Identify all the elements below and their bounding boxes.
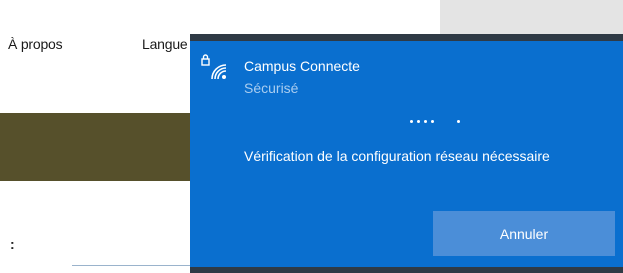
- background-text: :: [10, 236, 15, 252]
- network-status: Sécurisé: [244, 80, 299, 96]
- status-message: Vérification de la configuration réseau …: [244, 148, 550, 164]
- network-flyout: Campus Connecte Sécurisé Vérification de…: [190, 34, 623, 273]
- progress-dot: [457, 120, 460, 123]
- progress-dot: [417, 120, 420, 123]
- nav-link-about[interactable]: À propos: [8, 36, 63, 52]
- progress-dot: [410, 120, 413, 123]
- network-name: Campus Connecte: [244, 58, 360, 74]
- progress-dot: [431, 120, 434, 123]
- flyout-bottom-edge: [190, 267, 623, 273]
- progress-indicator: [410, 117, 490, 127]
- progress-dot: [424, 120, 427, 123]
- background-nav: À propos Langue: [0, 36, 200, 60]
- screen: À propos Langue : Campus Connecte Sécuri…: [0, 0, 623, 273]
- nav-link-language[interactable]: Langue: [142, 36, 188, 52]
- background-banner: [0, 113, 200, 181]
- wifi-secured-icon: [200, 53, 230, 83]
- cancel-button[interactable]: Annuler: [433, 211, 615, 256]
